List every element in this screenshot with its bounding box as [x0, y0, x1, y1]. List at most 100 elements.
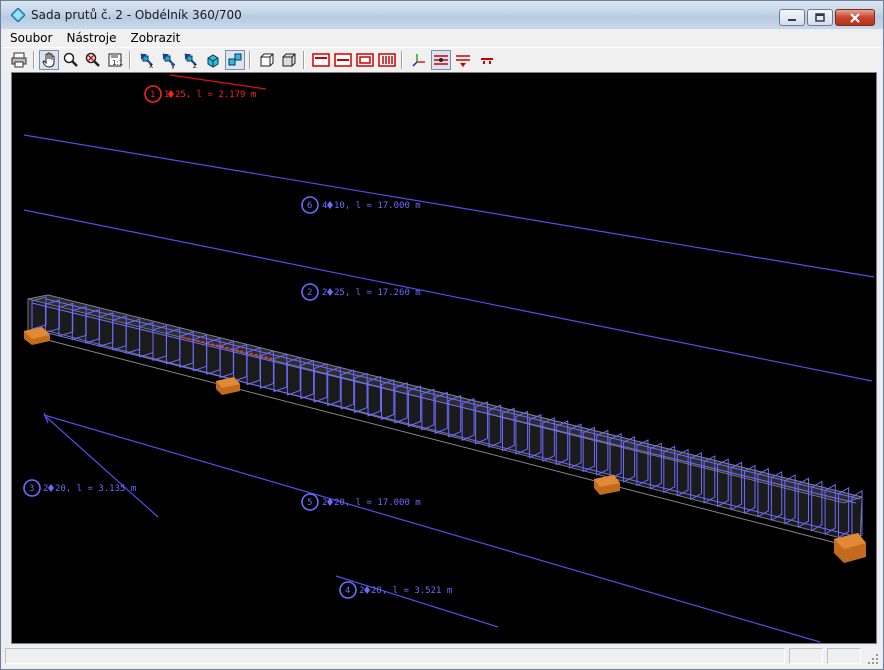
bar-3-line — [43, 414, 159, 518]
section-middle-icon — [334, 53, 352, 67]
section-stirrups-icon — [378, 53, 396, 67]
bar-4-line — [335, 575, 499, 628]
section-middle-button[interactable] — [333, 50, 353, 70]
minimize-button[interactable] — [779, 9, 805, 26]
svg-text:25, l = 2.179 m: 25, l = 2.179 m — [175, 90, 256, 100]
svg-text:6: 6 — [307, 201, 312, 211]
pan-button[interactable] — [39, 50, 59, 70]
diameter-icon — [364, 586, 370, 594]
svg-text:2: 2 — [322, 498, 327, 508]
status-panel-2 — [827, 648, 861, 664]
bar-6-line — [23, 134, 875, 278]
app-diamond-icon — [11, 8, 25, 22]
view-3d-button[interactable] — [225, 50, 245, 70]
zoom-button[interactable] — [61, 50, 81, 70]
section-top-button[interactable] — [311, 50, 331, 70]
svg-text:1: 1 — [164, 90, 169, 100]
svg-text:2: 2 — [307, 288, 312, 298]
support-button[interactable] — [477, 50, 497, 70]
bar-1-line — [169, 74, 267, 90]
section-top-icon — [312, 53, 330, 67]
print-icon — [11, 52, 27, 68]
svg-text:20, l = 17.000 m: 20, l = 17.000 m — [334, 498, 421, 508]
svg-text:2: 2 — [359, 586, 364, 596]
svg-text:y: y — [171, 62, 175, 69]
view-x-button[interactable]: x — [137, 50, 157, 70]
3d-viewport[interactable]: 1 1 25, l = 2.179 m 6 4 10, l = 17.000 m… — [11, 72, 877, 644]
box-back-icon — [282, 53, 296, 67]
title-bar[interactable]: Sada prutů č. 2 - Obdélník 360/700 — [1, 1, 883, 29]
section-frame-button[interactable] — [355, 50, 375, 70]
reinforcement-scene: 1 1 25, l = 2.179 m 6 4 10, l = 17.000 m… — [23, 74, 875, 643]
menu-bar: Soubor Nástroje Zobrazit — [3, 30, 881, 47]
view-y-icon: y — [162, 53, 175, 69]
view-z-icon: z — [184, 53, 197, 69]
svg-text:5: 5 — [307, 498, 312, 508]
svg-text:1: 1 — [150, 90, 155, 100]
layers-icon — [434, 55, 448, 65]
pan-icon — [42, 52, 55, 68]
support-block — [594, 475, 620, 495]
status-panel-main — [5, 648, 785, 664]
view-x-icon: x — [140, 53, 153, 69]
close-button[interactable] — [835, 9, 875, 26]
svg-text:4: 4 — [322, 201, 327, 211]
box-front-button[interactable] — [257, 50, 277, 70]
zoom-reset-button[interactable] — [83, 50, 103, 70]
menu-soubor[interactable]: Soubor — [3, 30, 59, 47]
view-iso-button[interactable] — [203, 50, 223, 70]
svg-text:3: 3 — [29, 484, 34, 494]
menu-nastroje[interactable]: Nástroje — [59, 30, 123, 47]
bar-label-6: 6 4 10, l = 17.000 m — [301, 196, 421, 214]
diameter-icon — [48, 484, 54, 492]
section-frame-icon — [356, 53, 374, 67]
save-view-icon: 1:1 — [108, 53, 123, 67]
svg-text:4: 4 — [345, 586, 350, 596]
bar-5-line — [43, 414, 821, 643]
section-stirrups-button[interactable] — [377, 50, 397, 70]
svg-text:20, l = 3.135 m: 20, l = 3.135 m — [55, 484, 136, 494]
supports — [24, 327, 866, 563]
window-title: Sada prutů č. 2 - Obdélník 360/700 — [31, 8, 242, 22]
svg-text:1:1: 1:1 — [112, 59, 123, 67]
status-bar — [3, 646, 881, 667]
maximize-button[interactable] — [807, 9, 833, 26]
axes-button[interactable] — [409, 50, 429, 70]
layers-button[interactable] — [431, 50, 451, 70]
layers-filter-icon — [456, 55, 470, 67]
svg-text:10, l = 17.000 m: 10, l = 17.000 m — [334, 201, 421, 211]
box-back-button[interactable] — [279, 50, 299, 70]
support-icon — [481, 58, 493, 64]
layers-filter-button[interactable] — [453, 50, 473, 70]
app-window: Sada prutů č. 2 - Obdélník 360/700 Soubo… — [0, 0, 884, 670]
diameter-icon — [327, 288, 333, 296]
bar-label-1: 1 1 25, l = 2.179 m — [144, 85, 256, 103]
svg-text:z: z — [193, 62, 197, 69]
minimize-icon — [788, 18, 796, 21]
status-panel-1 — [789, 648, 823, 664]
svg-text:x: x — [149, 62, 153, 69]
zoom-reset-icon — [85, 52, 100, 67]
diameter-icon — [327, 201, 333, 209]
print-button[interactable] — [9, 50, 29, 70]
maximize-icon — [815, 13, 825, 22]
close-icon — [850, 12, 860, 23]
view-3d-icon — [228, 53, 242, 66]
box-front-icon — [260, 53, 274, 67]
view-z-button[interactable]: z — [181, 50, 201, 70]
svg-text:25, l = 17.260 m: 25, l = 17.260 m — [334, 288, 421, 298]
svg-text:2: 2 — [43, 484, 48, 494]
zoom-icon — [63, 52, 78, 67]
beam-wireframe — [27, 294, 864, 546]
bar-label-4: 4 2 20, l = 3.521 m — [339, 581, 452, 599]
save-view-button[interactable]: 1:1 — [105, 50, 125, 70]
view-iso-icon — [207, 54, 219, 68]
view-y-button[interactable]: y — [159, 50, 179, 70]
svg-text:20, l = 3.521 m: 20, l = 3.521 m — [371, 586, 452, 596]
bar-label-5: 5 2 20, l = 17.000 m — [301, 493, 421, 511]
svg-text:2: 2 — [322, 288, 327, 298]
toolbar: 1:1 x y z — [3, 47, 881, 72]
resize-grip-icon[interactable] — [867, 653, 879, 665]
axes-icon — [412, 54, 425, 67]
menu-zobrazit[interactable]: Zobrazit — [123, 30, 187, 47]
